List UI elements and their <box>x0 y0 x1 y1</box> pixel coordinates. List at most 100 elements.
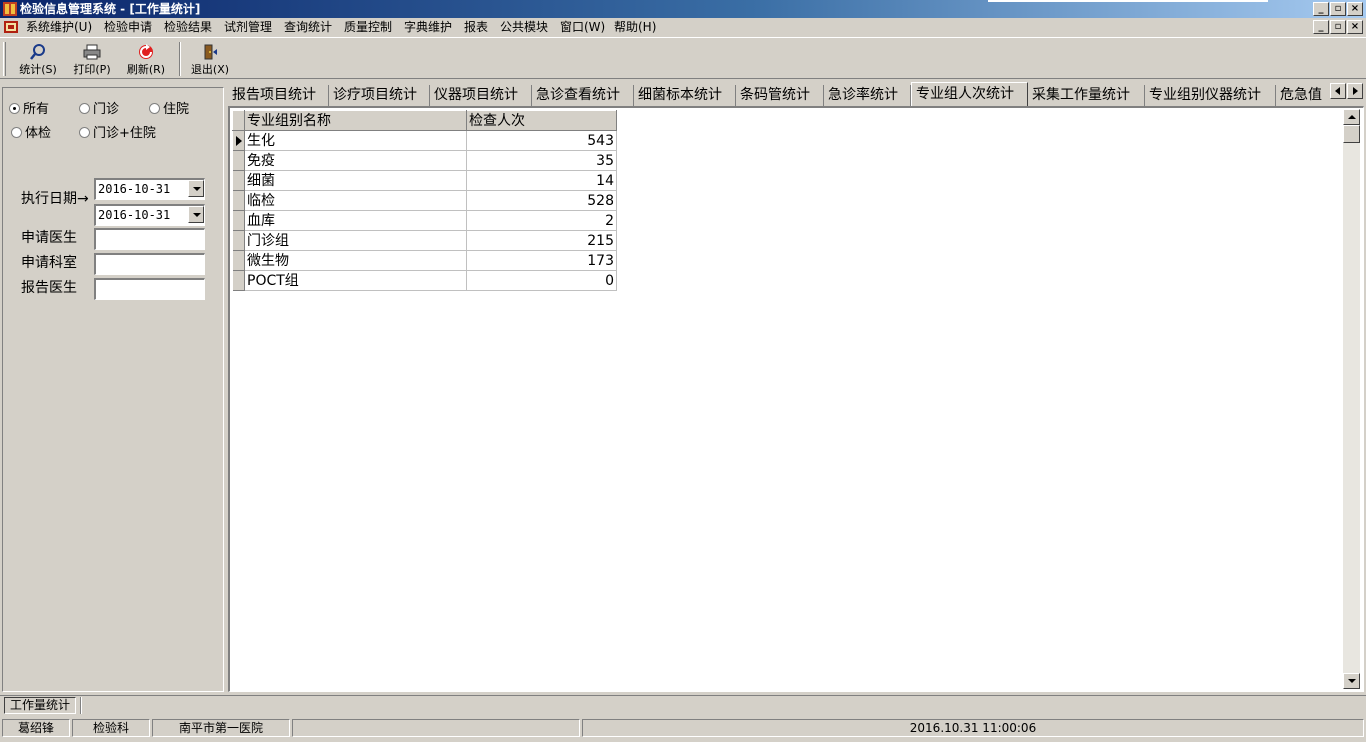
radio-physical-exam-indicator[interactable] <box>11 127 22 138</box>
refresh-button[interactable]: 刷新(R) <box>120 41 172 79</box>
scroll-thumb[interactable] <box>1343 125 1360 143</box>
child-minimize-button[interactable]: _ <box>1313 20 1329 34</box>
row-indicator[interactable] <box>232 270 245 291</box>
cell-visit-count[interactable]: 543 <box>466 130 617 151</box>
row-indicator[interactable] <box>232 210 245 231</box>
req-doctor-input[interactable] <box>94 228 205 250</box>
date-from-dropdown-button[interactable] <box>188 180 204 197</box>
tab-emergency-view[interactable]: 急诊查看统计 <box>532 85 634 106</box>
cell-group-name[interactable]: 门诊组 <box>244 230 467 251</box>
col-header-group-name[interactable]: 专业组别名称 <box>244 110 467 131</box>
req-dept-input[interactable] <box>94 253 205 275</box>
scroll-up-button[interactable] <box>1343 109 1360 125</box>
menu-reports[interactable]: 报表 <box>464 19 488 35</box>
tab-scroll-right-button[interactable] <box>1347 83 1363 99</box>
tab-collection-workload[interactable]: 采集工作量统计 <box>1028 85 1145 106</box>
menu-common-module[interactable]: 公共模块 <box>500 19 548 35</box>
tab-group-instruments[interactable]: 专业组别仪器统计 <box>1145 85 1276 106</box>
statistics-button[interactable]: 统计(S) <box>12 41 64 79</box>
tab-barcode-tube[interactable]: 条码管统计 <box>736 85 824 106</box>
menu-query-statistics[interactable]: 查询统计 <box>284 19 332 35</box>
row-indicator[interactable] <box>232 130 245 151</box>
window-tab-workload[interactable]: 工作量统计 <box>4 697 76 714</box>
row-indicator[interactable] <box>232 190 245 211</box>
tab-group-visits[interactable]: 专业组人次统计 <box>911 82 1028 106</box>
window-title: 检验信息管理系统 - [工作量统计] <box>20 2 201 16</box>
data-grid-panel: 专业组别名称 检查人次 生化 543 免疫 35 细菌 14 临检 528 血库… <box>228 106 1364 692</box>
radio-outpatient-inpatient[interactable]: 门诊+住院 <box>79 126 156 142</box>
tab-treatment-items[interactable]: 诊疗项目统计 <box>329 85 430 106</box>
date-to-dropdown-button[interactable] <box>188 206 204 223</box>
restore-button[interactable]: ▫ <box>1330 2 1346 16</box>
radio-inpatient[interactable]: 住院 <box>149 102 189 118</box>
menu-help[interactable]: 帮助(H) <box>614 19 656 35</box>
menu-test-results[interactable]: 检验结果 <box>164 19 212 35</box>
scroll-down-button[interactable] <box>1343 673 1360 689</box>
toolbar-grip[interactable] <box>3 42 6 76</box>
date-from-picker[interactable]: 2016-10-31 <box>94 178 205 200</box>
cell-group-name[interactable]: 免疫 <box>244 150 467 171</box>
row-indicator[interactable] <box>232 230 245 251</box>
row-indicator[interactable] <box>232 170 245 191</box>
grid-vertical-scrollbar[interactable] <box>1343 109 1360 689</box>
cell-visit-count[interactable]: 35 <box>466 150 617 171</box>
cell-visit-count[interactable]: 0 <box>466 270 617 291</box>
tab-instrument-items[interactable]: 仪器项目统计 <box>430 85 532 106</box>
menu-window[interactable]: 窗口(W) <box>560 19 605 35</box>
mdi-child-icon[interactable] <box>3 19 19 35</box>
radio-inpatient-indicator[interactable] <box>149 103 160 114</box>
date-to-picker[interactable]: 2016-10-31 <box>94 204 205 226</box>
radio-all-indicator[interactable] <box>9 103 20 114</box>
child-close-button[interactable]: × <box>1347 20 1363 34</box>
table-row[interactable]: POCT组 0 <box>232 270 617 291</box>
minimize-button[interactable]: _ <box>1313 2 1329 16</box>
table-row[interactable]: 细菌 14 <box>232 170 617 191</box>
table-row[interactable]: 临检 528 <box>232 190 617 211</box>
cell-visit-count[interactable]: 215 <box>466 230 617 251</box>
tab-report-items[interactable]: 报告项目统计 <box>228 85 329 106</box>
table-row[interactable]: 生化 543 <box>232 130 617 151</box>
row-indicator[interactable] <box>232 250 245 271</box>
child-restore-button[interactable]: ▫ <box>1330 20 1346 34</box>
tab-emergency-rate[interactable]: 急诊率统计 <box>824 85 911 106</box>
cell-group-name[interactable]: 临检 <box>244 190 467 211</box>
radio-outpatient-inpatient-indicator[interactable] <box>79 127 90 138</box>
menu-test-request[interactable]: 检验申请 <box>104 19 152 35</box>
req-doctor-label: 申请医生 <box>21 230 77 246</box>
cell-visit-count[interactable]: 173 <box>466 250 617 271</box>
cell-group-name[interactable]: 微生物 <box>244 250 467 271</box>
cell-visit-count[interactable]: 14 <box>466 170 617 191</box>
tab-scroll-left-button[interactable] <box>1330 83 1346 99</box>
col-header-visit-count[interactable]: 检查人次 <box>466 110 617 131</box>
radio-inpatient-label: 住院 <box>163 102 190 117</box>
radio-physical-exam[interactable]: 体检 <box>11 126 51 142</box>
exit-button[interactable]: 退出(X) <box>184 41 236 79</box>
menu-reagent-management[interactable]: 试剂管理 <box>224 19 272 35</box>
cell-visit-count[interactable]: 2 <box>466 210 617 231</box>
exec-date-label: 执行日期→ <box>21 191 89 207</box>
cell-group-name[interactable]: POCT组 <box>244 270 467 291</box>
tab-critical-values[interactable]: 危急值 <box>1276 85 1330 106</box>
app-icon[interactable] <box>2 1 18 17</box>
menu-dictionary[interactable]: 字典维护 <box>404 19 452 35</box>
menu-system-maintenance[interactable]: 系统维护(U) <box>26 19 92 35</box>
cell-group-name[interactable]: 细菌 <box>244 170 467 191</box>
table-row[interactable]: 免疫 35 <box>232 150 617 171</box>
tab-bacteria-specimen[interactable]: 细菌标本统计 <box>634 85 736 106</box>
radio-all[interactable]: 所有 <box>9 102 49 118</box>
cell-visit-count[interactable]: 528 <box>466 190 617 211</box>
cell-group-name[interactable]: 生化 <box>244 130 467 151</box>
table-row[interactable]: 血库 2 <box>232 210 617 231</box>
print-button[interactable]: 打印(P) <box>66 41 118 79</box>
row-indicator[interactable] <box>232 150 245 171</box>
rep-doctor-input[interactable] <box>94 278 205 300</box>
table-row[interactable]: 微生物 173 <box>232 250 617 271</box>
cell-group-name[interactable]: 血库 <box>244 210 467 231</box>
table-row[interactable]: 门诊组 215 <box>232 230 617 251</box>
grid-corner[interactable] <box>232 110 245 131</box>
radio-outpatient[interactable]: 门诊 <box>79 102 119 118</box>
close-button[interactable]: × <box>1347 2 1363 16</box>
menu-quality-control[interactable]: 质量控制 <box>344 19 392 35</box>
printer-icon <box>83 44 101 60</box>
radio-outpatient-indicator[interactable] <box>79 103 90 114</box>
